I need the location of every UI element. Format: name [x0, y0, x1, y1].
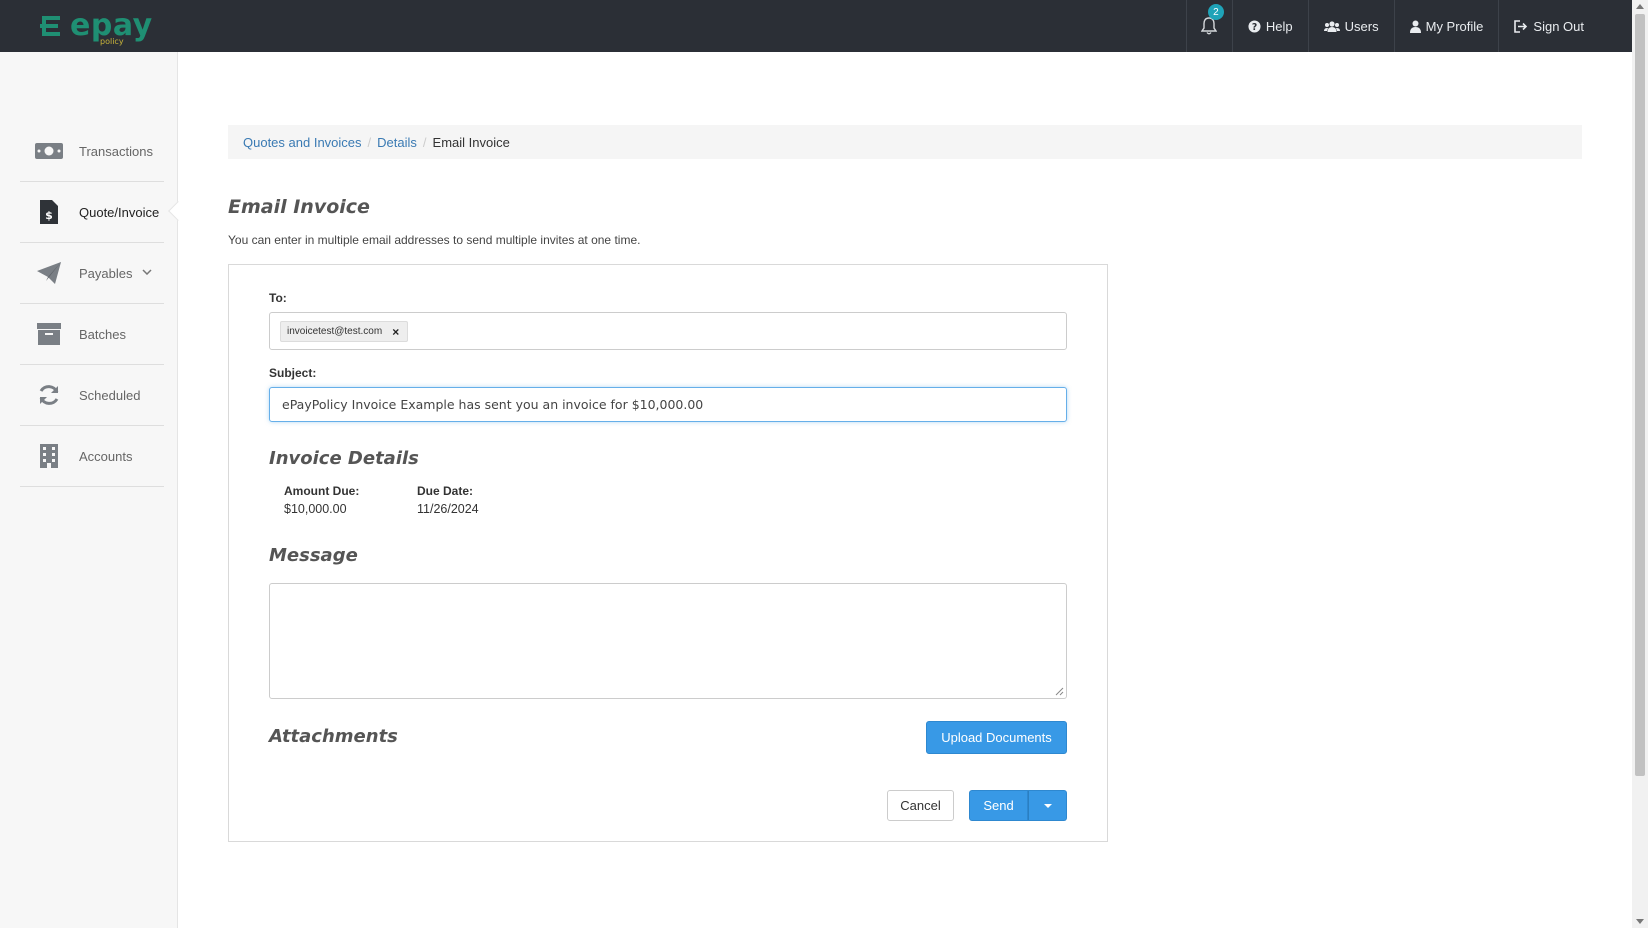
caret-down-icon: [1043, 803, 1052, 808]
svg-text:$: $: [45, 209, 53, 222]
sidebar-item-label: Accounts: [79, 448, 133, 464]
money-icon: [34, 136, 64, 166]
logo-mark-icon: [40, 16, 60, 36]
users-link[interactable]: Users: [1307, 0, 1394, 52]
sidebar-item-accounts[interactable]: Accounts: [20, 426, 164, 487]
breadcrumb-separator: /: [422, 134, 427, 150]
page-scrollbar[interactable]: [1632, 0, 1648, 928]
sidebar-menu: Transactions $ Quote/Invoice Payables Ba…: [20, 121, 188, 487]
my-profile-link[interactable]: My Profile: [1393, 0, 1499, 52]
chevron-down-icon[interactable]: [142, 269, 152, 275]
sidebar-item-label: Quote/Invoice: [79, 204, 160, 220]
upload-documents-button[interactable]: Upload Documents: [926, 721, 1067, 754]
email-invoice-form: To: invoicetest@test.com × Subject: Invo…: [228, 264, 1108, 842]
sign-out-icon: [1514, 19, 1528, 33]
breadcrumb-current: Email Invoice: [432, 134, 510, 150]
help-label: Help: [1265, 18, 1293, 34]
scroll-down-arrow-icon[interactable]: [1636, 919, 1644, 924]
page-description: You can enter in multiple email addresse…: [228, 233, 641, 247]
breadcrumb-separator: /: [367, 134, 372, 150]
recipient-chip: invoicetest@test.com ×: [280, 321, 409, 342]
breadcrumb-link-details[interactable]: Details: [377, 135, 417, 150]
page-title: Email Invoice: [228, 196, 370, 218]
amount-due-label: Amount Due:: [284, 484, 360, 498]
user-icon: [1409, 20, 1421, 33]
refresh-icon: [34, 380, 64, 410]
message-textarea[interactable]: [269, 583, 1067, 699]
users-label: Users: [1344, 18, 1379, 34]
cancel-button[interactable]: Cancel: [887, 790, 954, 821]
active-indicator: [168, 201, 188, 221]
subject-input[interactable]: [269, 387, 1067, 422]
sidebar-item-batches[interactable]: Batches: [20, 304, 164, 365]
sidebar-item-label: Transactions: [79, 143, 153, 159]
sidebar-item-label: Scheduled: [79, 387, 141, 403]
sidebar-item-label: Batches: [79, 326, 126, 342]
notification-count-badge: 2: [1207, 4, 1224, 20]
sidebar-item-label: Payables: [79, 265, 133, 281]
sign-out-label: Sign Out: [1533, 18, 1584, 34]
sidebar-item-scheduled[interactable]: Scheduled: [20, 365, 164, 426]
resize-grip-icon[interactable]: [1055, 687, 1064, 696]
building-icon: [34, 441, 64, 471]
sidebar-item-quote-invoice[interactable]: $ Quote/Invoice: [20, 182, 188, 243]
epay-logo[interactable]: epay policy: [38, 8, 158, 46]
recipient-email: invoicetest@test.com: [287, 326, 383, 337]
my-profile-label: My Profile: [1425, 18, 1484, 34]
svg-text:?: ?: [1252, 22, 1257, 33]
send-button[interactable]: Send: [969, 790, 1028, 821]
due-date-value: 11/26/2024: [417, 502, 479, 516]
breadcrumb: Quotes and Invoices / Details / Email In…: [228, 125, 1582, 159]
logo-subtext: policy: [100, 37, 124, 46]
amount-due-value: $10,000.00: [284, 502, 347, 516]
top-navbar: epay policy 2 ? Help Users My Profile Si…: [0, 0, 1632, 52]
attachments-heading: Attachments: [269, 726, 398, 747]
message-heading: Message: [269, 545, 358, 566]
invoice-details-heading: Invoice Details: [269, 448, 419, 469]
subject-label: Subject:: [269, 366, 317, 380]
question-circle-icon: ?: [1248, 19, 1261, 33]
breadcrumb-link-quotes-and-invoices[interactable]: Quotes and Invoices: [243, 135, 362, 150]
archive-icon: [34, 319, 64, 349]
send-options-dropdown-button[interactable]: [1028, 790, 1067, 821]
invoice-icon: $: [34, 197, 64, 227]
top-nav: 2 ? Help Users My Profile Sign Out: [1185, 0, 1632, 52]
scroll-thumb[interactable]: [1635, 14, 1645, 776]
to-recipients-input[interactable]: invoicetest@test.com ×: [269, 312, 1067, 350]
notifications-button[interactable]: 2: [1185, 0, 1232, 52]
paper-plane-icon: [34, 258, 64, 288]
sign-out-link[interactable]: Sign Out: [1498, 0, 1632, 52]
help-link[interactable]: ? Help: [1231, 0, 1308, 52]
users-icon: [1323, 20, 1340, 32]
to-label: To:: [269, 291, 287, 305]
due-date-label: Due Date:: [417, 484, 474, 498]
sidebar-item-transactions[interactable]: Transactions: [20, 121, 164, 182]
remove-recipient-button[interactable]: ×: [392, 325, 399, 339]
sidebar-item-payables[interactable]: Payables: [20, 243, 164, 304]
sidebar: Transactions $ Quote/Invoice Payables Ba…: [0, 52, 188, 928]
scroll-up-arrow-icon[interactable]: [1636, 4, 1644, 9]
